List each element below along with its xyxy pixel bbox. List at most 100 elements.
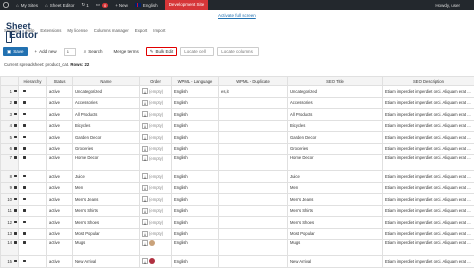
wpml-duplicate-cell[interactable] xyxy=(219,171,288,183)
wpml-duplicate-cell[interactable] xyxy=(219,205,288,217)
status-cell[interactable]: active xyxy=(47,109,73,121)
seo-description-cell[interactable]: Etiam imperdiet imperdiet orci. Aliquam … xyxy=(383,182,474,194)
order-value[interactable]: (empty) xyxy=(149,231,163,236)
order-cell[interactable]: ⤓(empty) xyxy=(140,228,172,240)
menu-columns-manager[interactable]: Columns manager xyxy=(94,28,129,33)
wpml-duplicate-cell[interactable]: es,it xyxy=(219,86,288,98)
name-cell[interactable]: Men's Shoes xyxy=(73,217,140,229)
seo-title-cell[interactable]: All Products xyxy=(288,109,383,121)
hierarchy-cell[interactable] xyxy=(19,132,47,144)
seo-description-cell[interactable]: Etiam imperdiet imperdiet orci. Aliquam … xyxy=(383,240,474,256)
order-value[interactable]: (empty) xyxy=(149,156,163,161)
seo-description-cell[interactable]: Etiam imperdiet imperdiet orci. Aliquam … xyxy=(383,86,474,98)
status-cell[interactable]: active xyxy=(47,132,73,144)
row-header[interactable]: 15 xyxy=(1,256,19,268)
wpml-duplicate-cell[interactable] xyxy=(219,143,288,155)
name-cell[interactable]: New Arrival xyxy=(73,256,140,268)
order-cell[interactable]: ⤓ xyxy=(140,256,172,268)
column-header-wpml-duplicate[interactable]: WPML - Duplicate xyxy=(219,77,288,86)
order-cell[interactable]: ⤓ xyxy=(140,240,172,256)
wpml-duplicate-cell[interactable] xyxy=(219,132,288,144)
wpml-language-cell[interactable]: English xyxy=(172,217,219,229)
name-cell[interactable]: Accessories xyxy=(73,97,140,109)
status-cell[interactable]: active xyxy=(47,194,73,206)
wpml-duplicate-cell[interactable] xyxy=(219,194,288,206)
name-cell[interactable]: Uncategorized xyxy=(73,86,140,98)
name-cell[interactable]: Most Popular xyxy=(73,228,140,240)
wpml-language-cell[interactable]: English xyxy=(172,205,219,217)
hierarchy-cell[interactable] xyxy=(19,240,47,256)
order-cell[interactable]: ⤓(empty) xyxy=(140,155,172,171)
seo-title-cell[interactable]: Mugs xyxy=(288,240,383,256)
column-header-hierarchy[interactable]: Hierarchy xyxy=(19,77,47,86)
save-button[interactable]: ▣Save xyxy=(3,47,28,56)
order-value[interactable]: (empty) xyxy=(149,89,163,94)
locate-columns-input[interactable]: Locate columns xyxy=(217,47,259,56)
seo-description-cell[interactable]: Etiam imperdiet imperdiet orci. Aliquam … xyxy=(383,194,474,206)
wpml-duplicate-cell[interactable] xyxy=(219,182,288,194)
order-cell[interactable]: ⤓(empty) xyxy=(140,217,172,229)
seo-description-cell[interactable]: Etiam imperdiet imperdiet orci. Aliquam … xyxy=(383,109,474,121)
row-header[interactable]: 12 xyxy=(1,217,19,229)
wpml-language-cell[interactable]: English xyxy=(172,194,219,206)
seo-title-cell[interactable]: Groceries xyxy=(288,143,383,155)
order-cell[interactable]: ⤓(empty) xyxy=(140,97,172,109)
bulk-edit-button[interactable]: ✎Bulk Edit xyxy=(146,47,178,56)
order-cell[interactable]: ⤓(empty) xyxy=(140,109,172,121)
wpml-duplicate-cell[interactable] xyxy=(219,109,288,121)
order-value[interactable]: (empty) xyxy=(149,123,163,128)
seo-title-cell[interactable]: Accessories xyxy=(288,97,383,109)
hierarchy-cell[interactable] xyxy=(19,143,47,155)
admin-bar-language[interactable]: English xyxy=(135,3,158,8)
row-header[interactable]: 5 xyxy=(1,132,19,144)
seo-title-cell[interactable]: Men's Shirts xyxy=(288,205,383,217)
row-header[interactable]: 10 xyxy=(1,194,19,206)
row-header[interactable]: 7 xyxy=(1,155,19,171)
seo-description-cell[interactable]: Etiam imperdiet imperdiet orci. Aliquam … xyxy=(383,155,474,171)
row-header[interactable]: 4 xyxy=(1,120,19,132)
hierarchy-cell[interactable] xyxy=(19,205,47,217)
activate-fullscreen-link[interactable]: Activate full screen xyxy=(218,13,256,18)
add-image-icon[interactable]: ⤓ xyxy=(142,240,148,246)
add-image-icon[interactable]: ⤓ xyxy=(142,88,148,94)
order-cell[interactable]: ⤓(empty) xyxy=(140,194,172,206)
add-image-icon[interactable]: ⤓ xyxy=(142,146,148,152)
menu-extensions[interactable]: Extensions xyxy=(40,28,61,33)
row-header[interactable]: 6 xyxy=(1,143,19,155)
column-header-name[interactable]: Name xyxy=(73,77,140,86)
name-cell[interactable]: Garden Decor xyxy=(73,132,140,144)
order-cell[interactable]: ⤓(empty) xyxy=(140,86,172,98)
admin-bar-site-name[interactable]: ⌂Sheet Editor xyxy=(45,3,74,8)
search-button[interactable]: ⌕Search xyxy=(80,47,107,56)
status-cell[interactable]: active xyxy=(47,171,73,183)
wpml-duplicate-cell[interactable] xyxy=(219,155,288,171)
order-cell[interactable]: ⤓(empty) xyxy=(140,182,172,194)
name-cell[interactable]: All Products xyxy=(73,109,140,121)
order-value[interactable]: (empty) xyxy=(149,174,163,179)
add-image-icon[interactable]: ⤓ xyxy=(142,258,148,264)
admin-bar-wp-logo[interactable] xyxy=(3,2,9,8)
order-cell[interactable]: ⤓(empty) xyxy=(140,171,172,183)
status-cell[interactable]: active xyxy=(47,155,73,171)
row-header[interactable]: 14 xyxy=(1,240,19,256)
row-header[interactable]: 3 xyxy=(1,109,19,121)
name-cell[interactable]: Men's Jeans xyxy=(73,194,140,206)
column-header-seo-description[interactable]: SEO Description xyxy=(383,77,474,86)
wpml-language-cell[interactable]: English xyxy=(172,143,219,155)
seo-description-cell[interactable]: Etiam imperdiet imperdiet orci. Aliquam … xyxy=(383,97,474,109)
hierarchy-cell[interactable] xyxy=(19,120,47,132)
seo-title-cell[interactable]: Men's Shoes xyxy=(288,217,383,229)
status-cell[interactable]: active xyxy=(47,228,73,240)
add-image-icon[interactable]: ⤓ xyxy=(142,196,148,202)
add-image-icon[interactable]: ⤓ xyxy=(142,219,148,225)
seo-description-cell[interactable]: Etiam imperdiet imperdiet orci. Aliquam … xyxy=(383,217,474,229)
status-cell[interactable]: active xyxy=(47,97,73,109)
row-header[interactable]: 1 xyxy=(1,86,19,98)
menu-help[interactable]: Help xyxy=(26,28,35,33)
row-header[interactable]: 11 xyxy=(1,205,19,217)
hierarchy-cell[interactable] xyxy=(19,155,47,171)
column-header-wpml-language[interactable]: WPML - Language xyxy=(172,77,219,86)
order-value[interactable]: (empty) xyxy=(149,100,163,105)
status-cell[interactable]: active xyxy=(47,217,73,229)
order-value[interactable]: (empty) xyxy=(149,112,163,117)
